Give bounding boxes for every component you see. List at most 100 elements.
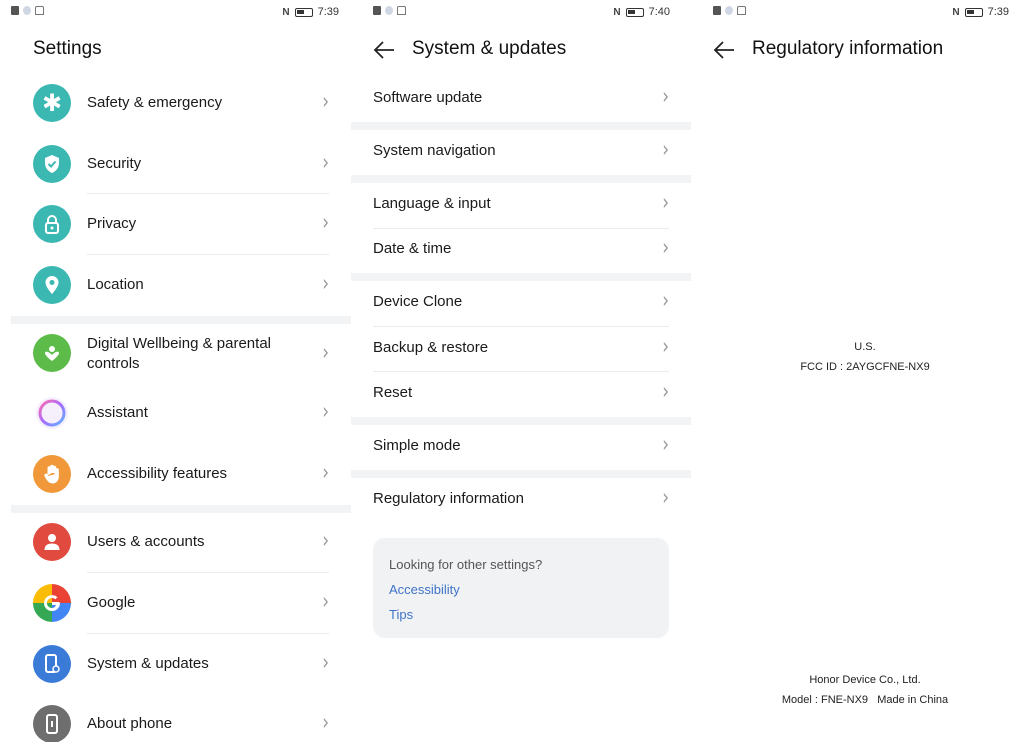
section-gap xyxy=(11,316,351,324)
menu-item-label: Device Clone xyxy=(373,293,463,310)
menu-item-simple-mode[interactable]: Simple mode › xyxy=(351,425,691,470)
nfc-icon: N xyxy=(282,6,290,18)
status-system-icons: N 7:39 xyxy=(952,6,1009,18)
settings-item-users-accounts[interactable]: Users & accounts › xyxy=(11,512,351,572)
page-title: System & updates xyxy=(412,38,567,59)
notification-icon xyxy=(397,6,406,15)
chevron-right-icon: › xyxy=(322,710,329,736)
settings-item-security[interactable]: Security › xyxy=(11,134,351,194)
notification-icon xyxy=(713,6,721,15)
section-gap xyxy=(351,122,691,130)
status-bar: N 7:39 xyxy=(11,6,351,22)
chevron-right-icon: › xyxy=(322,399,329,425)
status-notification-icons xyxy=(373,6,406,15)
menu-item-device-clone[interactable]: Device Clone › xyxy=(351,281,691,326)
suggestions-question: Looking for other settings? xyxy=(389,557,543,572)
lock-icon xyxy=(33,205,71,243)
menu-item-label: Regulatory information xyxy=(373,490,524,507)
menu-item-label: Language & input xyxy=(373,195,491,212)
notification-icon xyxy=(737,6,746,15)
settings-item-about-phone[interactable]: About phone › xyxy=(11,694,351,742)
settings-item-label: Assistant xyxy=(87,404,148,421)
menu-item-date-time[interactable]: Date & time › xyxy=(351,228,691,273)
back-arrow-icon[interactable] xyxy=(373,40,395,60)
phone-info-icon xyxy=(33,705,71,742)
fcc-id: FCC ID : 2AYGCFNE-NX9 xyxy=(800,361,930,373)
chevron-right-icon: › xyxy=(322,150,329,176)
menu-item-software-update[interactable]: Software update › xyxy=(351,77,691,122)
settings-item-safety-emergency[interactable]: ✱ Safety & emergency › xyxy=(11,73,351,133)
status-notification-icons xyxy=(713,6,746,15)
regulatory-information-screen: N 7:39 Regulatory information U.S. FCC I… xyxy=(691,0,1011,742)
hand-icon xyxy=(33,455,71,493)
chevron-right-icon: › xyxy=(322,650,329,676)
settings-item-system-updates[interactable]: System & updates › xyxy=(11,634,351,694)
battery-icon xyxy=(964,7,983,17)
assistant-ring-icon xyxy=(33,394,71,432)
tips-link[interactable]: Tips xyxy=(389,607,413,622)
chevron-right-icon: › xyxy=(322,460,329,486)
shield-check-icon xyxy=(33,145,71,183)
chevron-right-icon: › xyxy=(322,589,329,615)
settings-item-location[interactable]: Location › xyxy=(11,255,351,315)
status-time: 7:40 xyxy=(648,6,670,18)
settings-item-privacy[interactable]: Privacy › xyxy=(11,194,351,254)
chevron-right-icon: › xyxy=(662,190,669,216)
model-info: Model : FNE-NX9 Made in China xyxy=(781,694,949,706)
menu-item-label: Simple mode xyxy=(373,437,461,454)
settings-item-accessibility-features[interactable]: Accessibility features › xyxy=(11,444,351,504)
chevron-right-icon: › xyxy=(662,235,669,261)
page-title: Settings xyxy=(33,38,102,59)
settings-item-label: System & updates xyxy=(87,655,209,672)
notification-icon xyxy=(11,6,19,15)
chevron-right-icon: › xyxy=(322,340,329,366)
person-icon xyxy=(33,523,71,561)
chevron-right-icon: › xyxy=(662,485,669,511)
chevron-right-icon: › xyxy=(662,288,669,314)
settings-item-label: Privacy xyxy=(87,215,137,232)
nfc-icon: N xyxy=(952,6,960,18)
chevron-right-icon: › xyxy=(662,432,669,458)
nfc-icon: N xyxy=(613,6,621,18)
settings-screen: N 7:39 Settings ✱ Safety & emergency › S… xyxy=(11,0,351,742)
settings-item-label: Safety & emergency xyxy=(87,94,223,111)
back-arrow-icon[interactable] xyxy=(713,40,735,60)
google-icon xyxy=(33,584,71,622)
settings-item-label: Accessibility features xyxy=(87,465,228,482)
heart-icon xyxy=(33,334,71,372)
chevron-right-icon: › xyxy=(322,271,329,297)
section-gap xyxy=(351,175,691,183)
chevron-right-icon: › xyxy=(662,137,669,163)
settings-item-label: Security xyxy=(87,155,142,172)
menu-item-label: Date & time xyxy=(373,240,452,257)
settings-item-label: Google xyxy=(87,594,136,611)
battery-icon xyxy=(625,7,644,17)
asterisk-icon: ✱ xyxy=(33,84,71,122)
menu-item-language-input[interactable]: Language & input › xyxy=(351,183,691,228)
menu-item-regulatory-information[interactable]: Regulatory information › xyxy=(351,478,691,523)
notification-icon xyxy=(35,6,44,15)
settings-item-label: Users & accounts xyxy=(87,533,205,550)
location-pin-icon xyxy=(33,266,71,304)
menu-item-system-navigation[interactable]: System navigation › xyxy=(351,130,691,175)
menu-item-label: Reset xyxy=(373,384,413,401)
settings-item-digital-wellbeing[interactable]: Digital Wellbeing & parental controls › xyxy=(11,324,351,386)
status-time: 7:39 xyxy=(317,6,339,18)
notification-icon xyxy=(385,6,393,15)
menu-item-label: Software update xyxy=(373,89,483,106)
settings-item-google[interactable]: Google › xyxy=(11,573,351,633)
battery-icon xyxy=(294,7,313,17)
menu-item-backup-restore[interactable]: Backup & restore › xyxy=(351,327,691,372)
status-system-icons: N 7:40 xyxy=(613,6,670,18)
menu-item-label: System navigation xyxy=(373,142,496,159)
accessibility-link[interactable]: Accessibility xyxy=(389,582,460,597)
status-bar: N 7:39 xyxy=(691,6,1011,22)
suggestions-card: Looking for other settings? Accessibilit… xyxy=(373,538,669,638)
menu-item-reset[interactable]: Reset › xyxy=(351,372,691,417)
system-updates-screen: N 7:40 System & updates Software update … xyxy=(351,0,691,742)
settings-item-assistant[interactable]: Assistant › xyxy=(11,383,351,443)
chevron-right-icon: › xyxy=(662,379,669,405)
notification-icon xyxy=(23,6,31,15)
status-time: 7:39 xyxy=(987,6,1009,18)
notification-icon xyxy=(373,6,381,15)
